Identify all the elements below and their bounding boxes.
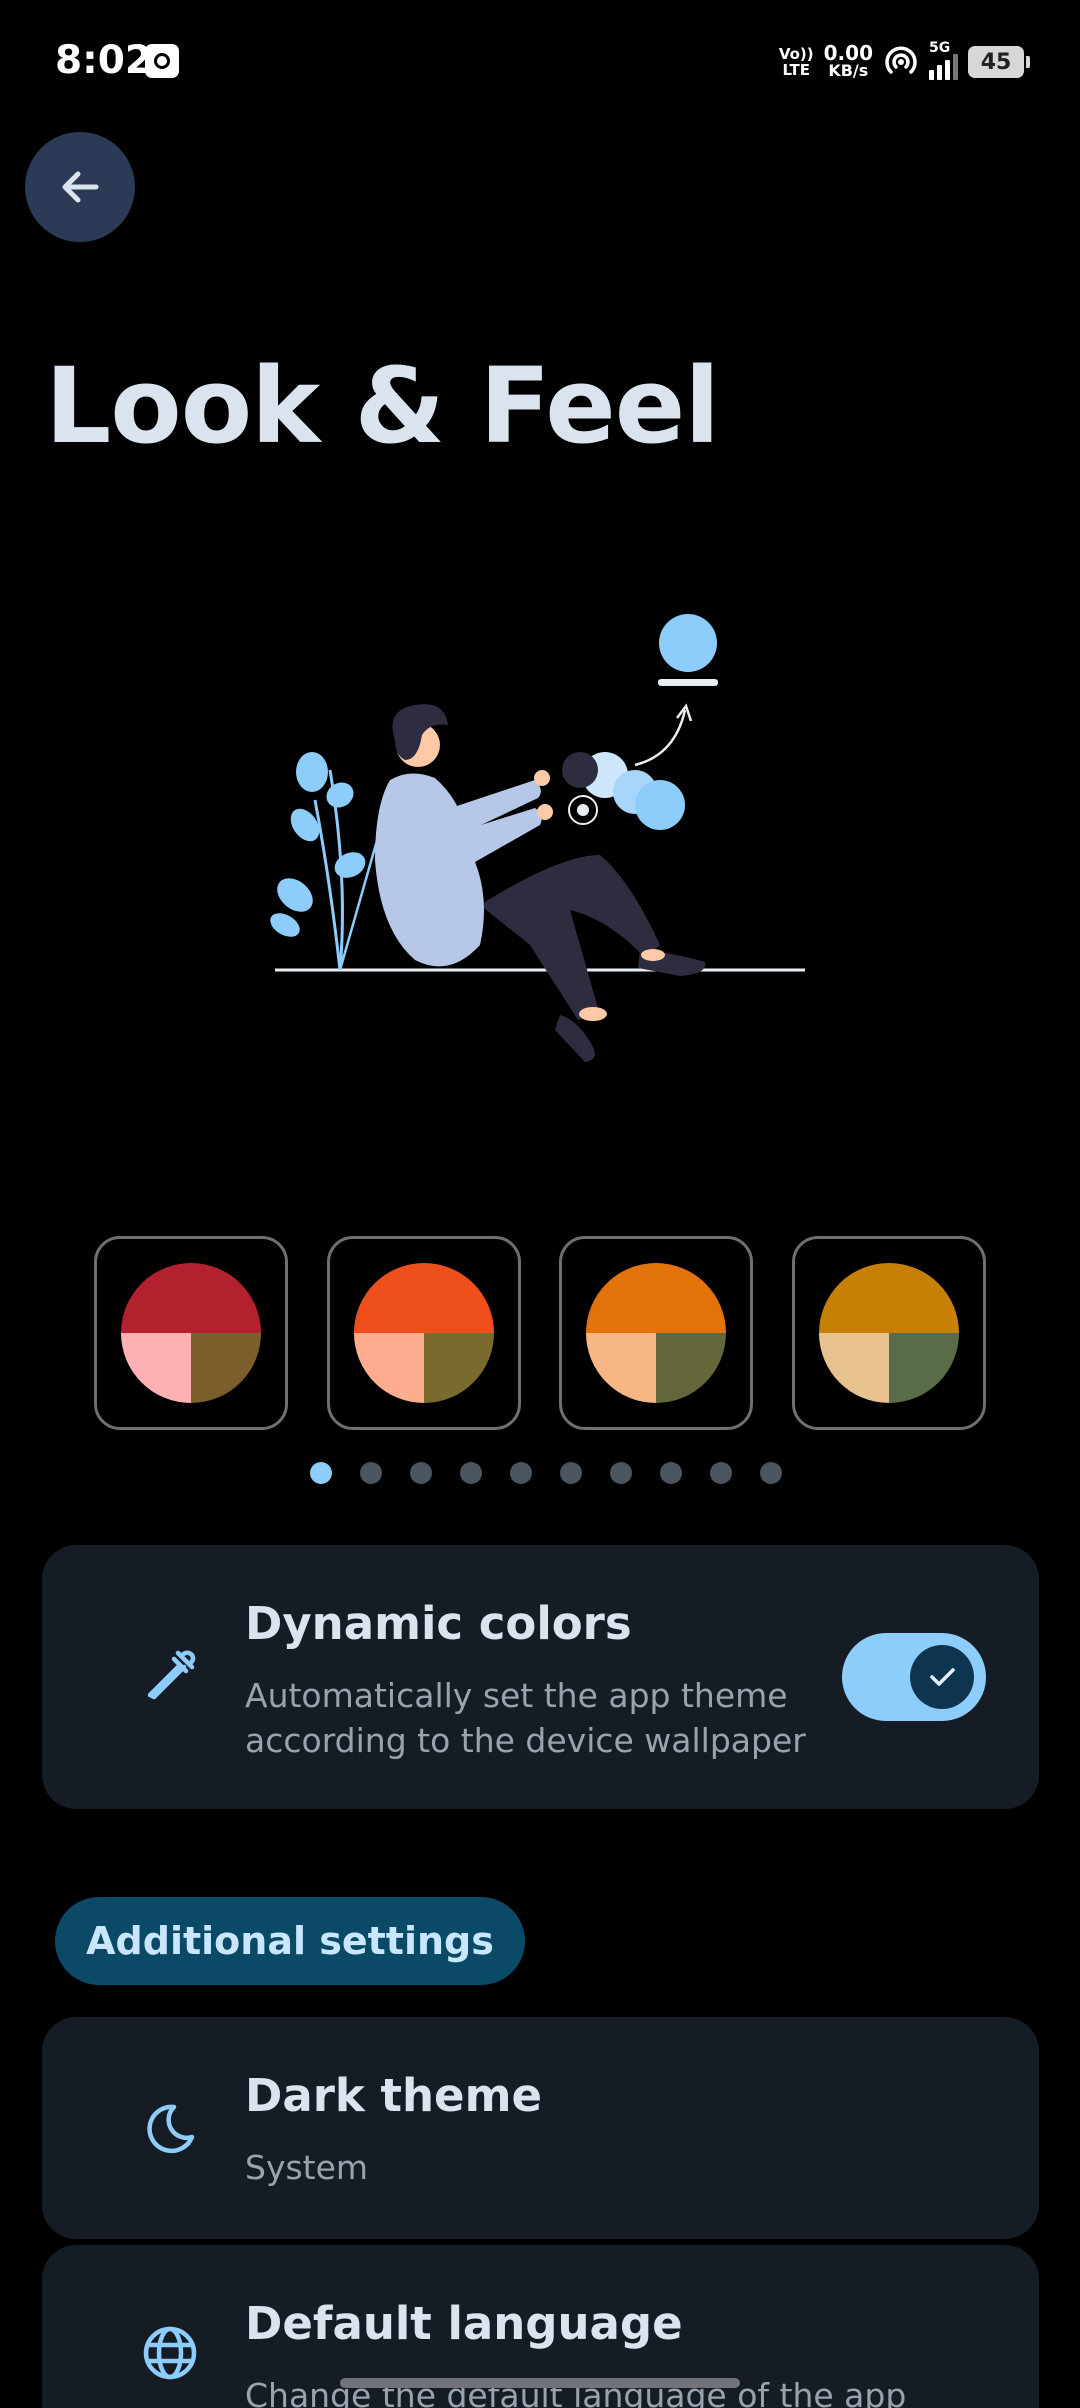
arrow-left-icon bbox=[62, 171, 99, 203]
back-button[interactable] bbox=[25, 132, 135, 242]
page-dot[interactable] bbox=[610, 1462, 632, 1484]
volte-bottom-label: LTE bbox=[782, 61, 811, 79]
eyedropper-icon bbox=[147, 1650, 196, 1700]
page-dot[interactable] bbox=[360, 1462, 382, 1484]
swatch-tertiary bbox=[656, 1333, 727, 1403]
dynamic-colors-subtitle: Automatically set the app theme accordin… bbox=[245, 1673, 806, 1763]
swatch-primary bbox=[586, 1263, 727, 1333]
toggle-knob bbox=[910, 1645, 974, 1709]
page-dot[interactable] bbox=[760, 1462, 782, 1484]
gesture-nav-handle[interactable] bbox=[340, 2378, 740, 2388]
network-type-label: 5G bbox=[929, 40, 951, 56]
hotspot-notification-icon bbox=[145, 44, 179, 78]
page-dot[interactable] bbox=[660, 1462, 682, 1484]
palette-swatch bbox=[818, 1263, 959, 1403]
page-title: Look & Feel bbox=[45, 345, 720, 467]
dynamic-colors-title: Dynamic colors bbox=[245, 1597, 632, 1650]
palette-option[interactable] bbox=[326, 1236, 521, 1430]
swatch-secondary bbox=[586, 1333, 657, 1403]
palette-swatch bbox=[121, 1263, 261, 1403]
dynamic-colors-setting[interactable]: Dynamic colors Automatically set the app… bbox=[42, 1545, 1039, 1809]
swatch-secondary bbox=[353, 1333, 424, 1403]
volte-indicator: Vo)) LTE bbox=[779, 46, 814, 78]
page-dot[interactable] bbox=[560, 1462, 582, 1484]
dynamic-colors-subtitle-line: according to the device wallpaper bbox=[245, 1721, 806, 1760]
battery-icon: 45 bbox=[968, 46, 1030, 78]
signal-bar bbox=[945, 60, 950, 80]
moon-icon bbox=[147, 2104, 195, 2154]
status-bar: 8:02 Vo)) LTE 0.00 KB/s 5G 45 bbox=[0, 0, 1080, 130]
check-icon bbox=[930, 1668, 955, 1686]
palette-option[interactable] bbox=[791, 1236, 986, 1430]
default-language-title: Default language bbox=[245, 2297, 683, 2350]
network-speed-value: 0.00 bbox=[823, 41, 873, 65]
swatch-secondary bbox=[121, 1333, 191, 1403]
network-speed: 0.00 KB/s bbox=[823, 41, 873, 80]
swatch-secondary bbox=[818, 1333, 889, 1403]
status-time: 8:02 bbox=[55, 38, 153, 83]
dark-theme-setting[interactable]: Dark theme System bbox=[42, 2017, 1039, 2239]
page-dot[interactable] bbox=[410, 1462, 432, 1484]
person-with-palette-illustration bbox=[270, 614, 805, 1062]
signal-bar bbox=[929, 70, 934, 80]
signal-bar bbox=[937, 65, 942, 80]
palette-swatch bbox=[353, 1263, 494, 1403]
dynamic-colors-subtitle-line: Automatically set the app theme bbox=[245, 1676, 788, 1715]
dark-theme-value: System bbox=[245, 2148, 369, 2187]
signal-strength-icon: 5G bbox=[929, 40, 958, 80]
swatch-tertiary bbox=[423, 1333, 494, 1403]
page-indicator bbox=[0, 1462, 1080, 1484]
color-palette-row bbox=[94, 1236, 986, 1430]
signal-bar bbox=[953, 54, 958, 80]
globe-icon bbox=[143, 2326, 197, 2380]
swatch-tertiary bbox=[191, 1333, 261, 1403]
swatch-primary bbox=[353, 1263, 494, 1333]
palette-option[interactable] bbox=[559, 1236, 754, 1430]
dynamic-colors-toggle[interactable] bbox=[842, 1633, 986, 1721]
palette-option[interactable] bbox=[94, 1236, 288, 1430]
volte-top-label: Vo)) bbox=[778, 45, 814, 63]
page-dot[interactable] bbox=[510, 1462, 532, 1484]
dark-theme-title: Dark theme bbox=[245, 2069, 542, 2122]
palette-swatch bbox=[586, 1263, 727, 1403]
swatch-primary bbox=[818, 1263, 959, 1333]
hotspot-icon bbox=[885, 46, 917, 74]
status-indicators: Vo)) LTE 0.00 KB/s 5G 45 bbox=[779, 40, 1030, 84]
additional-settings-chip[interactable]: Additional settings bbox=[55, 1897, 525, 1985]
page-dot[interactable] bbox=[460, 1462, 482, 1484]
swatch-tertiary bbox=[888, 1333, 959, 1403]
swatch-primary bbox=[121, 1263, 261, 1333]
page-dot[interactable] bbox=[710, 1462, 732, 1484]
network-speed-unit: KB/s bbox=[828, 61, 869, 80]
page-dot[interactable] bbox=[310, 1462, 332, 1484]
